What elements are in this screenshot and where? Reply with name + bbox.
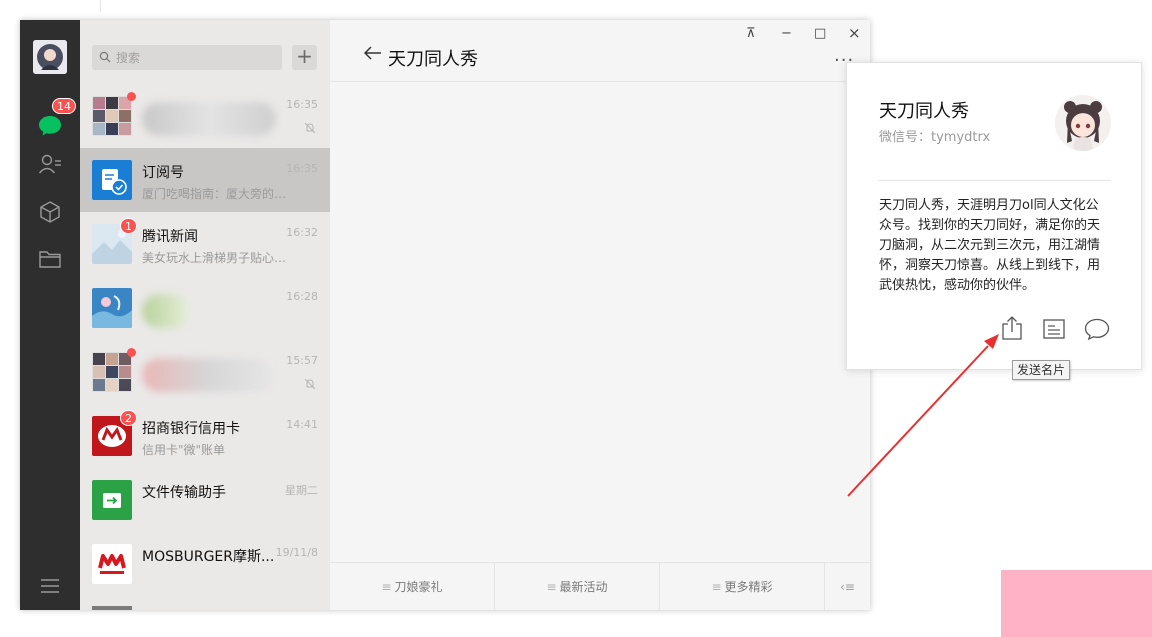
official-account-menu: ≡ 刀娘豪礼 ≡ 最新活动 ≡ 更多精彩 ‹≡ (330, 562, 870, 610)
chat-title: 天刀同人秀 (388, 49, 478, 70)
divider (879, 180, 1111, 181)
back-arrow-icon[interactable] (364, 46, 382, 60)
contacts-icon (38, 154, 61, 174)
menu-lines-icon: ≡ (711, 580, 722, 594)
conversation-name: 文件传输助手 (142, 485, 226, 501)
minimize-button[interactable]: − (781, 26, 792, 41)
nav-menu[interactable] (36, 572, 64, 600)
conversation-preview: 美女玩水上滑梯男子贴心… (142, 251, 287, 265)
account-avatar[interactable] (1055, 95, 1111, 151)
file-transfer-avatar (92, 480, 132, 520)
conversation-name: 订阅号 (142, 165, 184, 181)
nav-files[interactable] (36, 245, 64, 273)
mute-icon (304, 378, 316, 390)
redacted-name (142, 358, 274, 392)
conversation-time: 15:57 (286, 354, 318, 367)
close-button[interactable]: × (848, 24, 861, 42)
search-row: 搜索 + (80, 20, 330, 84)
chat-bubble-icon (39, 116, 61, 136)
conversation-time: 星期二 (285, 484, 318, 497)
chat-unread-badge: 14 (52, 98, 76, 114)
conversation-name: 腾讯新闻 (142, 229, 198, 245)
conversation-time: 16:35 (286, 98, 318, 111)
share-icon[interactable] (1001, 315, 1023, 341)
menu-item-label: 刀娘豪礼 (394, 580, 443, 594)
group-avatar (92, 96, 132, 136)
pin-button[interactable]: ⊼ (746, 26, 756, 41)
conversation-list: 搜索 + 16:35 订阅号 厦门吃喝指南：厦大旁的… 16:35 1 腾讯新闻… (80, 20, 330, 610)
mute-icon (304, 122, 316, 134)
keyboard-toggle-button[interactable]: ‹≡ (825, 563, 870, 610)
screen: 14 搜索 + 16:35 订阅号 厦门吃喝指南：厦大旁的… 16:35 1 腾… (0, 0, 1152, 637)
menu-lines-icon: ≡ (546, 580, 557, 594)
add-chat-button[interactable]: + (292, 45, 317, 70)
menu-lines-icon: ≡ (381, 580, 392, 594)
conversation-preview: 信用卡"微"账单 (142, 443, 226, 457)
conversation-time: 19/11/8 (275, 546, 318, 559)
conversation-item-file-transfer[interactable]: 文件传输助手 星期二 (80, 468, 330, 532)
conversation-name: MOSBURGER摩斯... (142, 549, 275, 565)
my-avatar[interactable] (33, 40, 67, 74)
group-avatar (92, 352, 132, 392)
conversation-item[interactable]: 16:35 (80, 84, 330, 148)
conversation-time: 16:35 (286, 162, 318, 175)
conversation-item-tencent-news[interactable]: 1 腾讯新闻 美女玩水上滑梯男子贴心… 16:32 (80, 212, 330, 276)
corner-pink-block (1001, 570, 1152, 637)
conversation-time: 14:41 (286, 418, 318, 431)
conversation-name: 招商银行信用卡 (142, 421, 240, 437)
history-articles-icon[interactable] (1043, 319, 1065, 339)
profile-card: 天刀同人秀 微信号：tymydtrx 天刀同人秀，天涯明月刀ol同人文化公众号。… (846, 62, 1142, 370)
conversation-preview: 厦门吃喝指南：厦大旁的… (142, 187, 287, 201)
next-conversation-avatar-edge (92, 606, 132, 610)
nav-contacts[interactable] (36, 150, 64, 178)
conversation-item-cmb-credit-card[interactable]: 2 招商银行信用卡 信用卡"微"账单 14:41 (80, 404, 330, 468)
cube-icon (40, 201, 60, 223)
conversation-item[interactable]: 16:28 (80, 276, 330, 340)
menu-item-label: 更多精彩 (724, 580, 773, 594)
subscription-avatar (92, 160, 132, 200)
mosburger-avatar (92, 544, 132, 584)
menu-item-latest-events[interactable]: ≡ 最新活动 (495, 563, 660, 610)
redacted-name (142, 102, 276, 136)
unread-dot (127, 92, 136, 101)
divider (100, 0, 101, 12)
unread-dot (127, 348, 136, 357)
account-description: 天刀同人秀，天涯明月刀ol同人文化公众号。找到你的天刀同好，满足你的天刀脑洞，从… (879, 198, 1101, 293)
redacted-name (142, 294, 190, 328)
nav-favorites[interactable] (36, 198, 64, 226)
folder-icon (39, 251, 61, 268)
wechat-window: 14 搜索 + 16:35 订阅号 厦门吃喝指南：厦大旁的… 16:35 1 腾… (20, 20, 870, 610)
unread-badge: 2 (120, 410, 137, 426)
menu-item-gifts[interactable]: ≡ 刀娘豪礼 (330, 563, 495, 610)
menu-item-label: 最新活动 (559, 580, 608, 594)
conversation-time: 16:32 (286, 226, 318, 239)
send-card-tooltip: 发送名片 (1012, 360, 1071, 380)
hamburger-menu-icon (41, 579, 59, 593)
conversation-item[interactable]: 15:57 (80, 340, 330, 404)
conversation-item-mosburger[interactable]: MOSBURGER摩斯... 19/11/8 (80, 532, 330, 596)
search-icon (99, 51, 111, 63)
maximize-button[interactable]: □ (814, 26, 826, 41)
unread-badge: 1 (120, 218, 137, 234)
conversation-time: 16:28 (286, 290, 318, 303)
chat-header: 天刀同人秀 ⊼ − □ × ··· (330, 20, 870, 82)
search-placeholder: 搜索 (116, 51, 141, 65)
chat-panel: 天刀同人秀 ⊼ − □ × ··· ≡ 刀娘豪礼 ≡ 最新活动 ≡ 更多精彩 ‹≡ (330, 20, 870, 610)
message-icon[interactable] (1084, 318, 1110, 340)
wechat-id: 微信号：tymydtrx (879, 130, 991, 145)
contact-avatar (92, 288, 132, 328)
menu-item-more[interactable]: ≡ 更多精彩 (660, 563, 825, 610)
left-nav: 14 (20, 20, 80, 610)
conversation-item-subscriptions[interactable]: 订阅号 厦门吃喝指南：厦大旁的… 16:35 (80, 148, 330, 212)
search-input[interactable]: 搜索 (92, 45, 282, 70)
nav-chat[interactable]: 14 (36, 98, 76, 140)
account-name: 天刀同人秀 (879, 101, 969, 122)
